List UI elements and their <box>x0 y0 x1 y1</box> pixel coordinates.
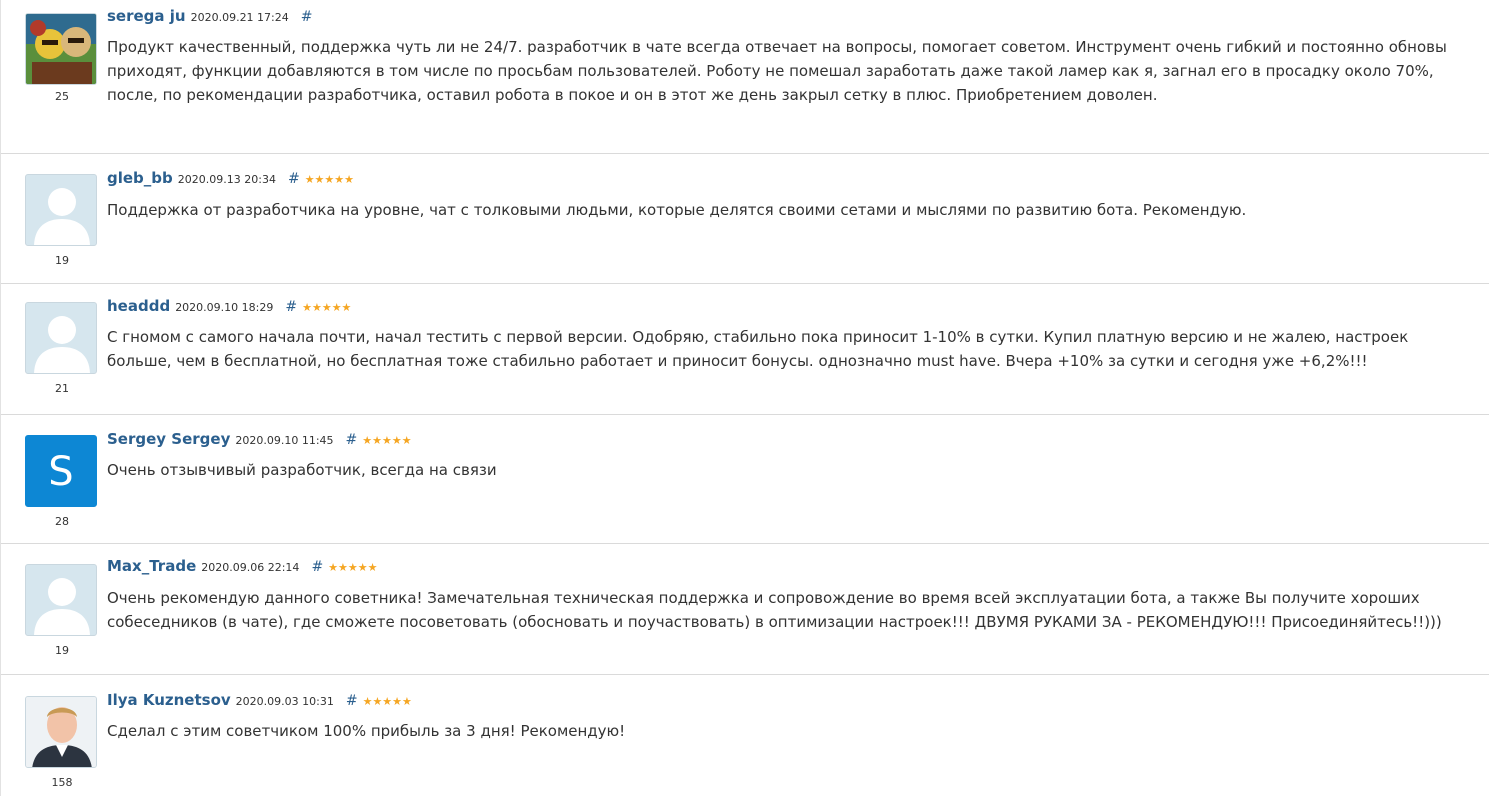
rating-stars: ★★★★★ <box>302 301 352 314</box>
review-date: 2020.09.13 20:34 <box>177 173 276 186</box>
review-text: Очень отзывчивый разработчик, всегда на … <box>107 461 497 479</box>
avatar[interactable] <box>25 13 97 85</box>
review-date: 2020.09.10 18:29 <box>175 301 274 314</box>
default-user-icon <box>34 578 90 635</box>
author-score: 158 <box>51 776 73 789</box>
author-score: 21 <box>55 382 69 395</box>
review-text: Поддержка от разработчика на уровне, чат… <box>107 201 1247 219</box>
default-user-icon <box>34 316 90 373</box>
avatar-cartoon-image <box>26 14 96 84</box>
author-link[interactable]: Max_Trade <box>107 557 196 575</box>
author-link[interactable]: serega ju <box>107 7 186 25</box>
review-item: 21 headdd 2020.09.10 18:29 # ★★★★★ С гно… <box>1 284 1489 415</box>
review-item: 19 Max_Trade 2020.09.06 22:14 # ★★★★★ Оч… <box>1 544 1489 675</box>
avatar[interactable]: S <box>25 435 97 507</box>
permalink[interactable]: # <box>346 432 358 448</box>
review-text: Сделал с этим советчиком 100% прибыль за… <box>107 722 626 740</box>
review-date: 2020.09.06 22:14 <box>201 561 300 574</box>
review-header: Max_Trade 2020.09.06 22:14 # ★★★★★ <box>107 557 377 577</box>
avatar[interactable] <box>25 696 97 768</box>
author-score: 28 <box>55 515 69 528</box>
rating-stars: ★★★★★ <box>362 434 412 447</box>
rating-stars: ★★★★★ <box>362 695 412 708</box>
author-link[interactable]: Ilya Kuznetsov <box>107 691 231 709</box>
avatar-column: 25 <box>25 13 99 103</box>
review-date: 2020.09.03 10:31 <box>235 695 334 708</box>
review-date: 2020.09.21 17:24 <box>190 11 289 24</box>
permalink[interactable]: # <box>288 171 300 187</box>
avatar-column: S 28 <box>25 435 99 528</box>
reviews-page: 25 serega ju 2020.09.21 17:24 # Продукт … <box>0 0 1489 796</box>
avatar-column: 158 <box>25 696 99 789</box>
review-item: 25 serega ju 2020.09.21 17:24 # Продукт … <box>1 0 1489 154</box>
review-text: С гномом с самого начала почти, начал те… <box>107 328 1409 370</box>
review-item: 158 Ilya Kuznetsov 2020.09.03 10:31 # ★★… <box>1 675 1489 796</box>
avatar[interactable] <box>25 302 97 374</box>
permalink[interactable]: # <box>301 9 313 25</box>
author-link[interactable]: Sergey Sergey <box>107 430 230 448</box>
avatar-column: 21 <box>25 302 99 395</box>
permalink[interactable]: # <box>311 559 323 575</box>
author-score: 19 <box>55 254 69 267</box>
review-item: S 28 Sergey Sergey 2020.09.10 11:45 # ★★… <box>1 415 1489 544</box>
author-link[interactable]: headdd <box>107 297 170 315</box>
avatar[interactable] <box>25 174 97 246</box>
author-score: 19 <box>55 644 69 657</box>
rating-stars: ★★★★★ <box>328 561 378 574</box>
rating-stars: ★★★★★ <box>304 173 354 186</box>
review-header: Ilya Kuznetsov 2020.09.03 10:31 # ★★★★★ <box>107 691 412 711</box>
permalink[interactable]: # <box>285 299 297 315</box>
permalink[interactable]: # <box>346 693 358 709</box>
avatar-column: 19 <box>25 564 99 657</box>
review-date: 2020.09.10 11:45 <box>235 434 334 447</box>
author-score: 25 <box>55 90 69 103</box>
default-user-icon <box>34 188 90 245</box>
review-header: gleb_bb 2020.09.13 20:34 # ★★★★★ <box>107 169 354 189</box>
avatar-column: 19 <box>25 174 99 267</box>
review-text: Очень рекомендую данного советника! Заме… <box>107 589 1442 631</box>
avatar[interactable] <box>25 564 97 636</box>
review-text: Продукт качественный, поддержка чуть ли … <box>107 38 1447 104</box>
avatar-person-photo <box>26 697 96 767</box>
review-header: headdd 2020.09.10 18:29 # ★★★★★ <box>107 297 351 317</box>
author-link[interactable]: gleb_bb <box>107 169 173 187</box>
review-header: Sergey Sergey 2020.09.10 11:45 # ★★★★★ <box>107 430 412 450</box>
review-header: serega ju 2020.09.21 17:24 # <box>107 7 313 27</box>
review-item: 19 gleb_bb 2020.09.13 20:34 # ★★★★★ Подд… <box>1 154 1489 284</box>
